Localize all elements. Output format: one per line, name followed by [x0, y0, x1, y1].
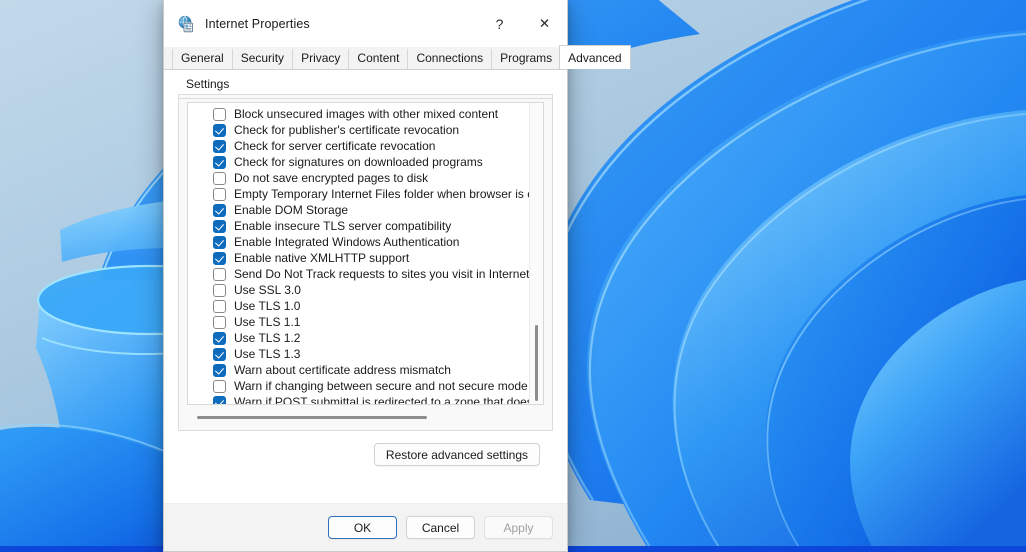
checkbox-checked-icon[interactable] — [213, 252, 226, 265]
setting-row[interactable]: Use TLS 1.3 — [188, 346, 543, 362]
tab-security[interactable]: Security — [232, 49, 292, 69]
help-icon[interactable]: ? — [477, 0, 522, 47]
group-top-divider — [179, 98, 552, 99]
checkbox-checked-icon[interactable] — [213, 396, 226, 405]
settings-group-box: Settings Block unsecured images with oth… — [178, 84, 553, 431]
desktop: Internet Properties ? ✕ GeneralSecurityP… — [0, 0, 1026, 552]
close-icon[interactable]: ✕ — [522, 0, 567, 47]
checkbox-checked-icon[interactable] — [213, 156, 226, 169]
checkbox-unchecked-icon[interactable] — [213, 316, 226, 329]
tab-strip: GeneralSecurityPrivacyContentConnections… — [164, 47, 567, 69]
checkbox-unchecked-icon[interactable] — [213, 380, 226, 393]
setting-row[interactable]: Enable Integrated Windows Authentication — [188, 234, 543, 250]
checkbox-unchecked-icon[interactable] — [213, 108, 226, 121]
checkbox-checked-icon[interactable] — [213, 204, 226, 217]
setting-row[interactable]: Send Do Not Track requests to sites you … — [188, 266, 543, 282]
setting-label: Use SSL 3.0 — [234, 283, 301, 298]
setting-label: Use TLS 1.3 — [234, 347, 300, 362]
setting-row[interactable]: Check for server certificate revocation — [188, 138, 543, 154]
setting-label: Block unsecured images with other mixed … — [234, 107, 498, 122]
setting-label: Enable native XMLHTTP support — [234, 251, 409, 266]
setting-row[interactable]: Use TLS 1.1 — [188, 314, 543, 330]
window-title: Internet Properties — [205, 17, 310, 31]
apply-button[interactable]: Apply — [484, 516, 553, 539]
tab-general[interactable]: General — [172, 49, 232, 69]
cancel-button[interactable]: Cancel — [406, 516, 475, 539]
setting-label: Use TLS 1.0 — [234, 299, 300, 314]
ok-button[interactable]: OK — [328, 516, 397, 539]
setting-row[interactable]: Use TLS 1.2 — [188, 330, 543, 346]
tab-advanced[interactable]: Advanced — [559, 45, 630, 69]
internet-properties-icon — [177, 15, 195, 33]
checkbox-unchecked-icon[interactable] — [213, 188, 226, 201]
settings-horizontal-scrollbar[interactable] — [187, 410, 544, 426]
setting-row[interactable]: Warn if changing between secure and not … — [188, 378, 543, 394]
setting-label: Do not save encrypted pages to disk — [234, 171, 428, 186]
checkbox-checked-icon[interactable] — [213, 364, 226, 377]
settings-group-frame: Block unsecured images with other mixed … — [178, 94, 553, 431]
close-glyph: ✕ — [539, 16, 550, 32]
setting-label: Use TLS 1.2 — [234, 331, 300, 346]
setting-label: Warn about certificate address mismatch — [234, 363, 451, 378]
setting-row[interactable]: Use SSL 3.0 — [188, 282, 543, 298]
setting-label: Enable insecure TLS server compatibility — [234, 219, 451, 234]
setting-row[interactable]: Check for publisher's certificate revoca… — [188, 122, 543, 138]
setting-label: Check for server certificate revocation — [234, 139, 435, 154]
setting-row[interactable]: Enable DOM Storage — [188, 202, 543, 218]
checkbox-checked-icon[interactable] — [213, 348, 226, 361]
setting-row[interactable]: Warn about certificate address mismatch — [188, 362, 543, 378]
checkbox-checked-icon[interactable] — [213, 140, 226, 153]
restore-advanced-settings-button[interactable]: Restore advanced settings — [374, 443, 540, 466]
setting-row[interactable]: Check for signatures on downloaded progr… — [188, 154, 543, 170]
tab-privacy[interactable]: Privacy — [292, 49, 348, 69]
tab-connections[interactable]: Connections — [407, 49, 491, 69]
dialog-footer: OK Cancel Apply — [164, 503, 567, 551]
checkbox-checked-icon[interactable] — [213, 220, 226, 233]
setting-label: Use TLS 1.1 — [234, 315, 300, 330]
checkbox-unchecked-icon[interactable] — [213, 172, 226, 185]
checkbox-checked-icon[interactable] — [213, 236, 226, 249]
settings-group-label: Settings — [184, 77, 234, 91]
settings-list-box[interactable]: Block unsecured images with other mixed … — [187, 102, 544, 405]
checkbox-checked-icon[interactable] — [213, 332, 226, 345]
setting-row[interactable]: Empty Temporary Internet Files folder wh… — [188, 186, 543, 202]
tab-content[interactable]: Content — [348, 49, 407, 69]
setting-label: Enable Integrated Windows Authentication — [234, 235, 459, 250]
setting-label: Send Do Not Track requests to sites you … — [234, 267, 541, 282]
setting-label: Warn if changing between secure and not … — [234, 379, 528, 394]
setting-row[interactable]: Enable native XMLHTTP support — [188, 250, 543, 266]
setting-label: Empty Temporary Internet Files folder wh… — [234, 187, 543, 202]
setting-label: Check for publisher's certificate revoca… — [234, 123, 459, 138]
caption-buttons: ? ✕ — [477, 0, 567, 47]
settings-horizontal-scroll-thumb[interactable] — [197, 416, 427, 419]
setting-label: Warn if POST submittal is redirected to … — [234, 395, 543, 405]
setting-row[interactable]: Use TLS 1.0 — [188, 298, 543, 314]
setting-row[interactable]: Enable insecure TLS server compatibility — [188, 218, 543, 234]
checkbox-unchecked-icon[interactable] — [213, 284, 226, 297]
setting-label: Check for signatures on downloaded progr… — [234, 155, 483, 170]
setting-row[interactable]: Do not save encrypted pages to disk — [188, 170, 543, 186]
advanced-tab-page: Settings Block unsecured images with oth… — [164, 69, 567, 503]
setting-row[interactable]: Warn if POST submittal is redirected to … — [188, 394, 543, 404]
checkbox-unchecked-icon[interactable] — [213, 268, 226, 281]
settings-vertical-scrollbar[interactable] — [529, 103, 543, 404]
setting-label: Enable DOM Storage — [234, 203, 348, 218]
tab-programs[interactable]: Programs — [491, 49, 560, 69]
settings-vertical-scroll-thumb[interactable] — [535, 325, 538, 401]
restore-row: Restore advanced settings — [178, 443, 553, 466]
checkbox-checked-icon[interactable] — [213, 124, 226, 137]
title-bar: Internet Properties ? ✕ — [164, 0, 567, 47]
help-glyph: ? — [496, 16, 504, 32]
setting-row[interactable]: Block unsecured images with other mixed … — [188, 106, 543, 122]
internet-properties-dialog: Internet Properties ? ✕ GeneralSecurityP… — [163, 0, 568, 552]
settings-list: Block unsecured images with other mixed … — [188, 103, 543, 404]
checkbox-unchecked-icon[interactable] — [213, 300, 226, 313]
